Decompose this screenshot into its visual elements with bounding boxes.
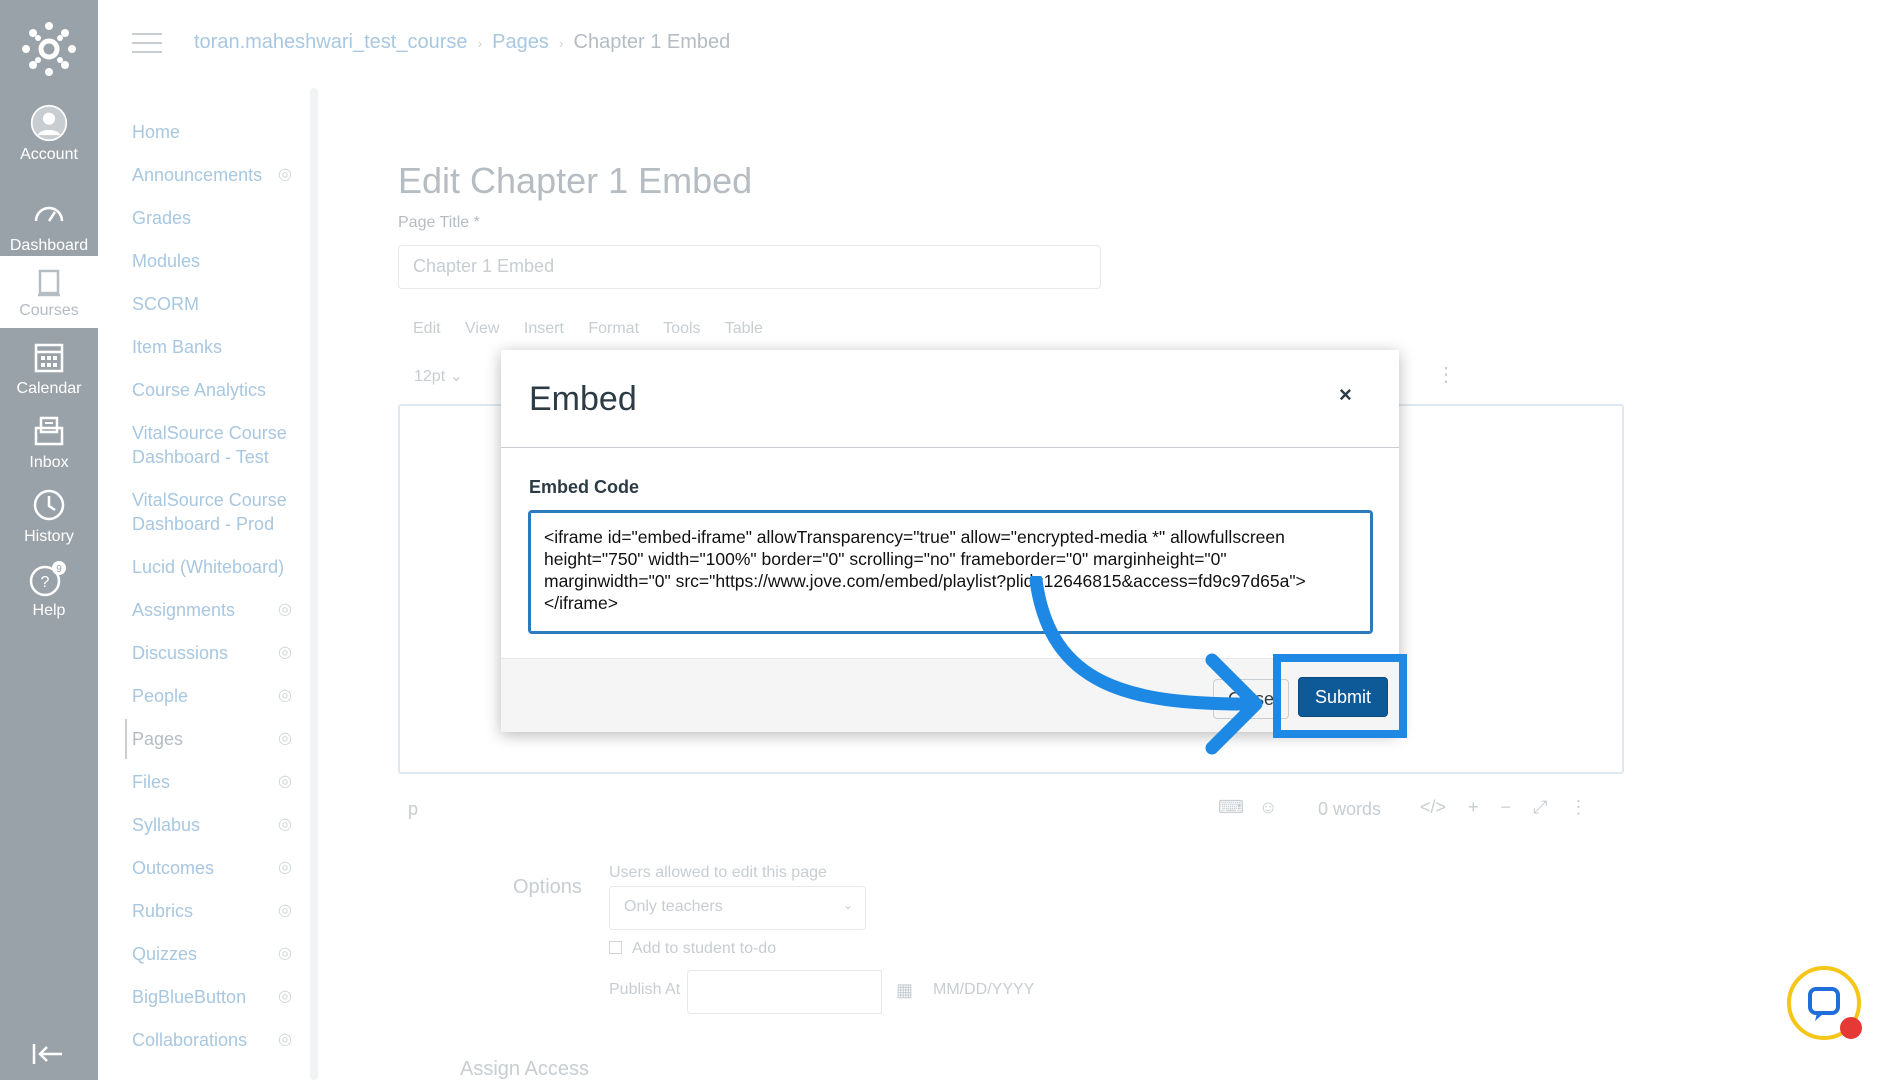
close-icon[interactable]: × [1339, 382, 1352, 408]
pointer-arrow-icon [1029, 576, 1263, 755]
notification-dot [1840, 1017, 1862, 1039]
embed-dialog-header: Embed × [501, 350, 1399, 448]
embed-dialog-title: Embed [529, 380, 637, 418]
embed-code-label: Embed Code [529, 477, 640, 497]
submit-highlight-box [1273, 654, 1407, 738]
chat-widget-button[interactable] [1787, 966, 1862, 1040]
